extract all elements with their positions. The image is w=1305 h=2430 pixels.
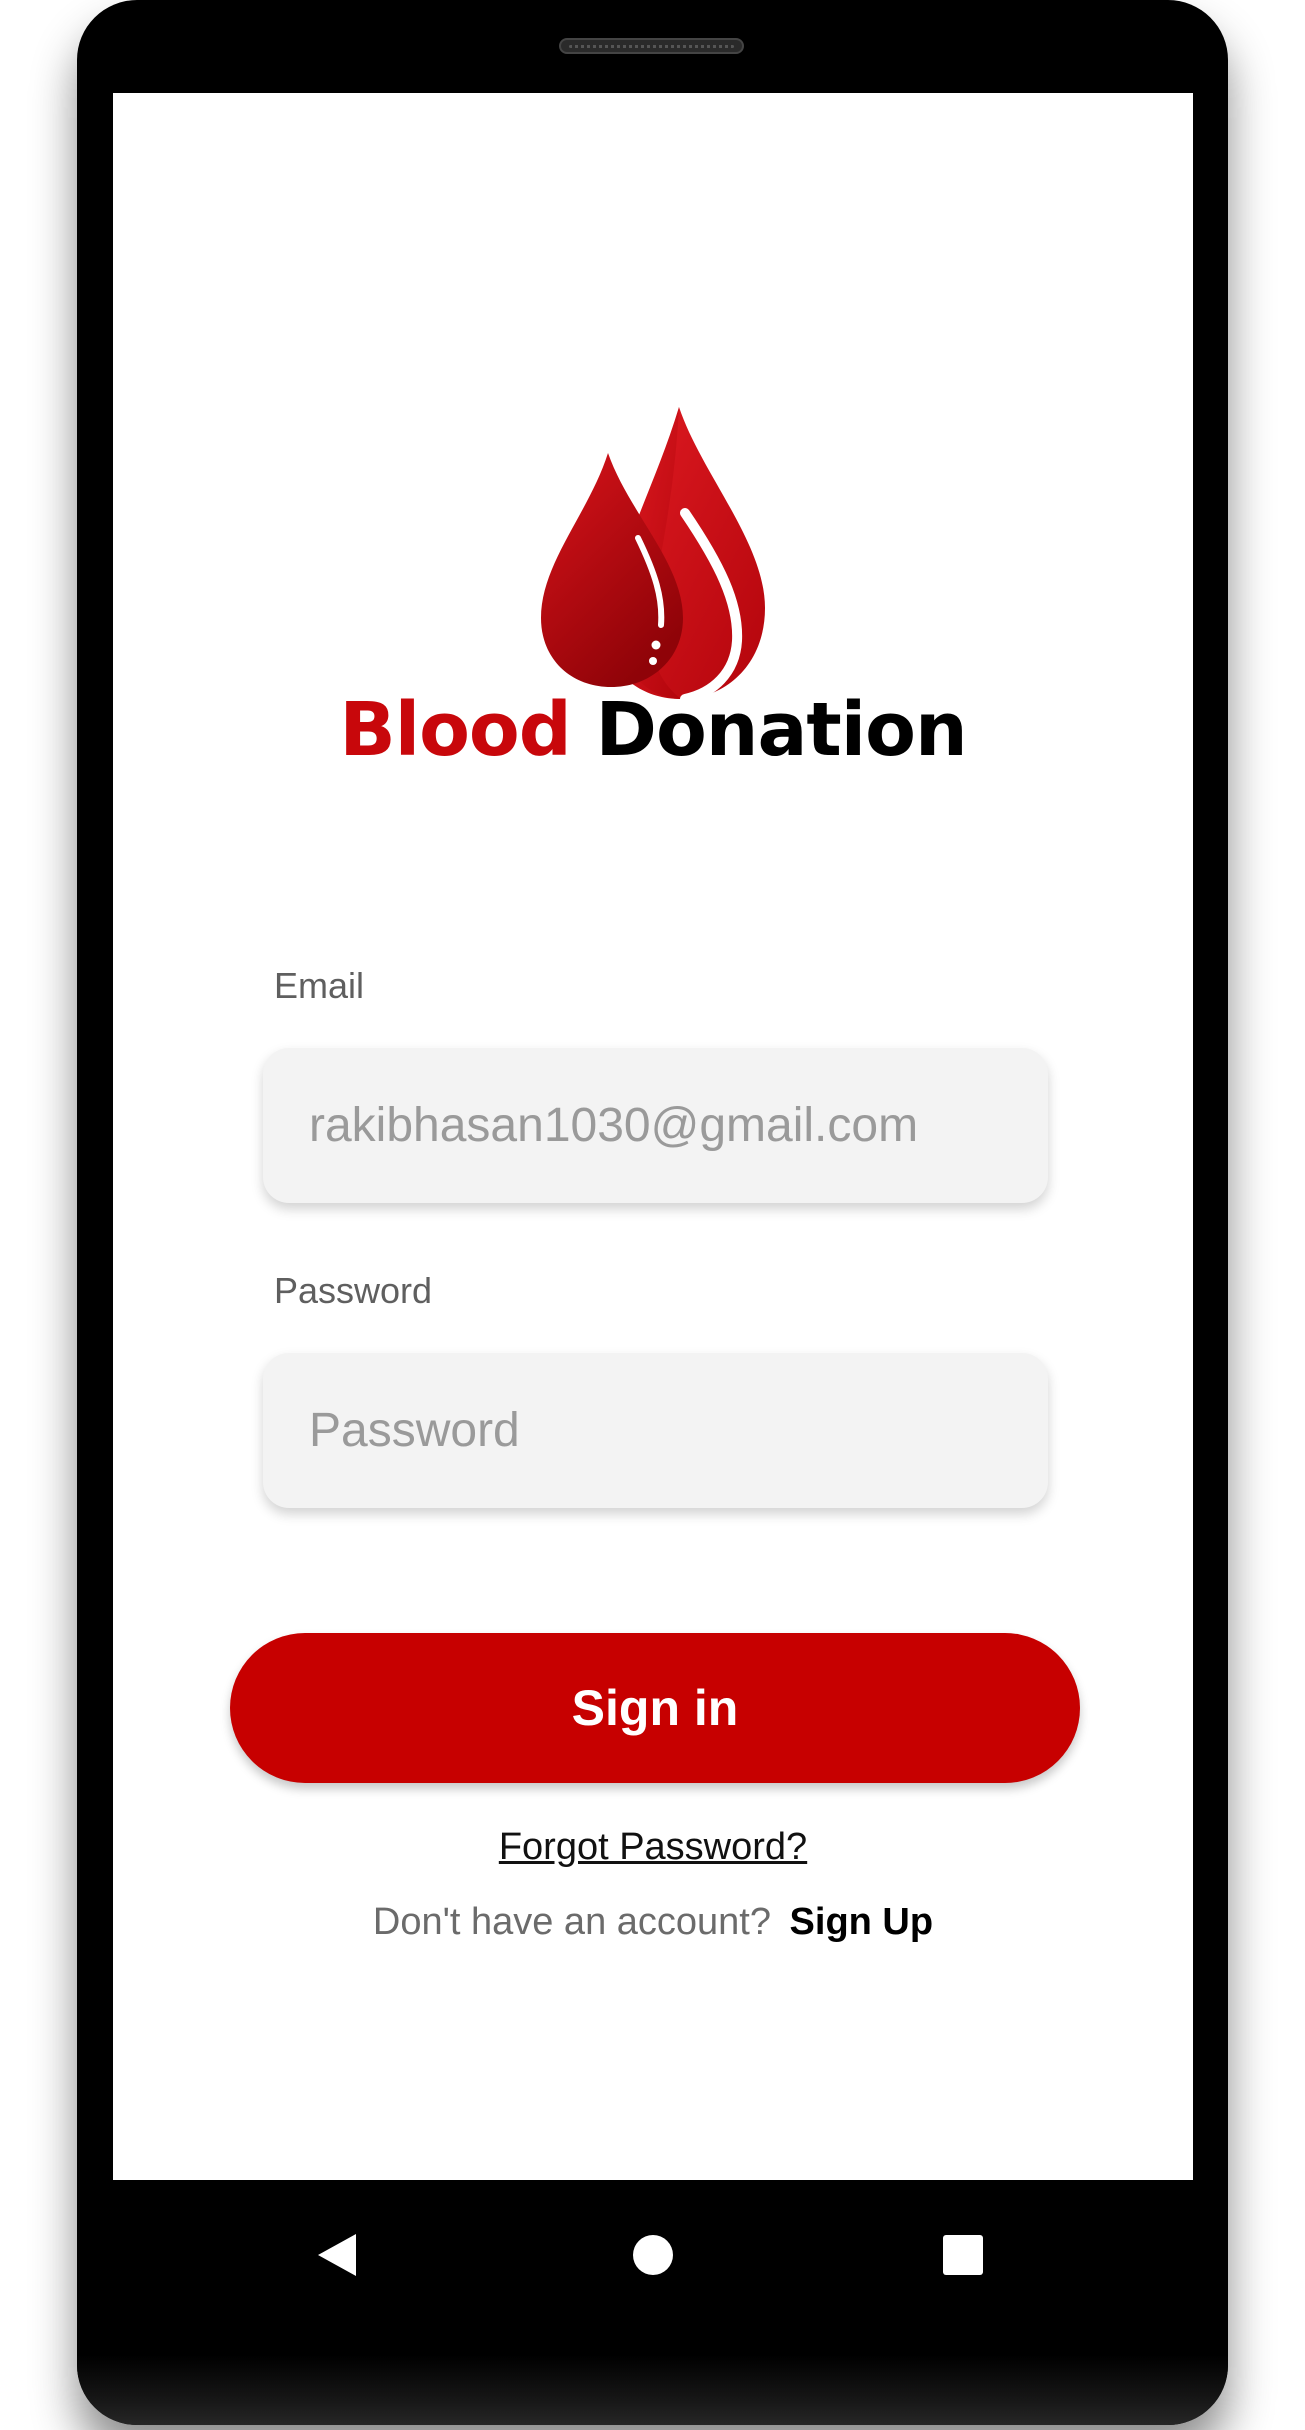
email-label: Email <box>274 965 365 1006</box>
phone-chin <box>77 2355 1228 2425</box>
password-field-box <box>263 1353 1048 1508</box>
back-triangle-icon <box>318 2234 356 2276</box>
blood-drops-icon <box>541 407 765 703</box>
email-field[interactable] <box>307 1097 1048 1154</box>
back-button[interactable] <box>303 2220 373 2290</box>
app-title: Blood Donation <box>113 693 1193 767</box>
forgot-password-row: Forgot Password? <box>113 1826 1193 1869</box>
logo <box>113 403 1193 703</box>
no-account-text: Don't have an account? <box>372 1901 771 1943</box>
password-label: Password <box>274 1270 433 1311</box>
app-title-word-blood: Blood <box>339 687 571 773</box>
earpiece-speaker <box>559 38 744 54</box>
sign-up-link[interactable]: Sign Up <box>790 1901 934 1943</box>
sign-in-button[interactable]: Sign in <box>230 1633 1080 1783</box>
home-circle-icon <box>633 2235 673 2275</box>
system-navigation-bar <box>113 2180 1193 2330</box>
recent-apps-square-icon <box>943 2235 983 2275</box>
device-stage: Blood Donation Email Password Sign in Fo… <box>0 0 1305 2430</box>
forgot-password-link[interactable]: Forgot Password? <box>499 1826 807 1868</box>
email-field-box <box>263 1048 1048 1203</box>
password-field[interactable] <box>307 1402 1048 1459</box>
app-screen: Blood Donation Email Password Sign in Fo… <box>113 93 1193 2180</box>
app-title-word-donation: Donation <box>595 687 968 773</box>
signup-prompt: Don't have an account? Sign Up <box>113 1901 1193 1944</box>
recent-apps-button[interactable] <box>928 2220 998 2290</box>
home-button[interactable] <box>618 2220 688 2290</box>
